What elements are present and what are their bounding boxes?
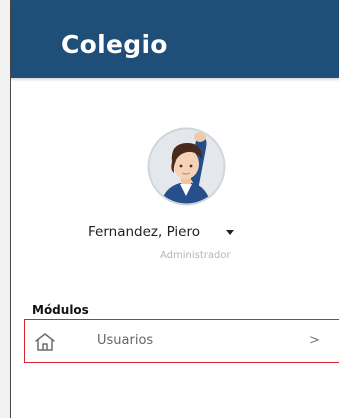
- section-label-modulos: Módulos: [32, 303, 89, 317]
- avatar[interactable]: [146, 126, 227, 207]
- home-icon: [35, 333, 55, 351]
- caret-down-icon[interactable]: [226, 229, 234, 235]
- chevron-right-icon: >: [309, 333, 320, 348]
- app-title: Colegio: [61, 30, 168, 59]
- sidebar-item-label: Usuarios: [97, 333, 154, 348]
- window-edge: [0, 0, 11, 418]
- user-name: Fernandez, Piero: [88, 224, 200, 240]
- sidebar-panel: Colegio Fernandez, Piero Administrador M…: [0, 0, 339, 418]
- sidebar-item-usuarios[interactable]: Usuarios >: [24, 319, 339, 363]
- user-role: Administrador: [160, 250, 231, 261]
- user-menu[interactable]: Fernandez, Piero: [88, 224, 234, 240]
- user-avatar-icon: [147, 127, 226, 206]
- sidebar-header: Colegio: [11, 0, 339, 78]
